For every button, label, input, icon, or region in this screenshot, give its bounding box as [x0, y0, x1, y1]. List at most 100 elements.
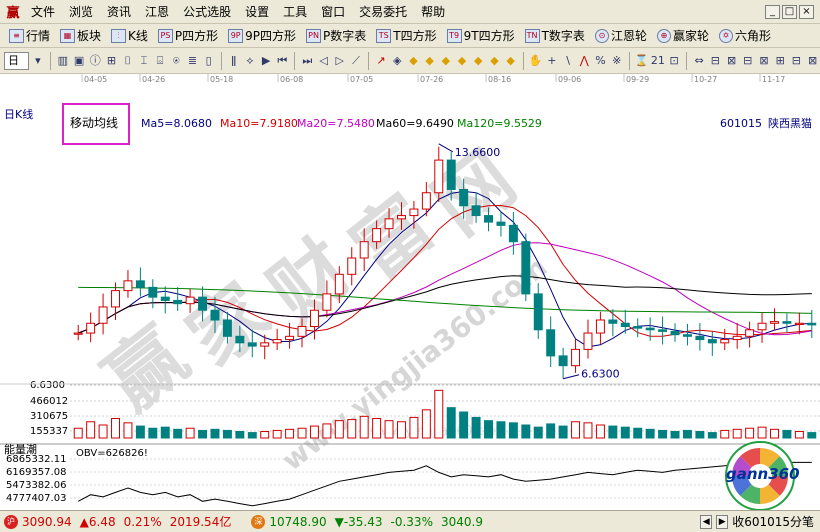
chart-tool-icon-35[interactable]: 21 — [651, 52, 665, 69]
candle-body — [645, 327, 655, 331]
scroll-right-button[interactable]: ▶ — [716, 514, 729, 529]
chart-tool-icon-40[interactable]: ⊟ — [741, 52, 755, 69]
toolbar-separator — [686, 51, 688, 70]
chart-tool-icon-26[interactable]: ◆ — [487, 52, 501, 69]
chart-area[interactable]: 赢家财富网www.yingjia360.comwww.yingjia360.co… — [0, 74, 820, 511]
toolbar-button-11[interactable]: ✡ 六角形 — [714, 26, 776, 46]
chart-tool-icon-43[interactable]: ⊟ — [789, 52, 803, 69]
obv-line — [77, 459, 812, 507]
candle-body — [397, 215, 406, 220]
chart-tool-icon-11[interactable]: ǁ — [227, 52, 241, 69]
indicator-label: 移动均线 — [70, 116, 118, 130]
chart-tool-icon-7[interactable]: ⌺ — [153, 52, 167, 69]
volume-bar — [807, 432, 817, 439]
kline-chart[interactable]: 赢家财富网www.yingjia360.comwww.yingjia360.co… — [0, 74, 820, 511]
menu-item-5[interactable]: 设置 — [238, 0, 276, 24]
chart-tool-icon-39[interactable]: ⊠ — [724, 52, 738, 69]
candle-body — [210, 309, 220, 321]
chart-tool-icon-5[interactable]: ⌷ — [121, 52, 135, 69]
chart-tool-icon-30[interactable]: \ — [561, 52, 575, 69]
chart-tool-icon-19[interactable]: ↗ — [374, 52, 388, 69]
menu-item-9[interactable]: 帮助 — [414, 0, 452, 24]
menu-item-4[interactable]: 公式选股 — [176, 0, 238, 24]
toolbar-button-1[interactable]: ▦ 板块 — [55, 26, 106, 46]
shanghai-index-icon: 沪 — [4, 514, 18, 529]
chart-tool-icon-27[interactable]: ◆ — [504, 52, 518, 69]
chart-tool-icon-20[interactable]: ◈ — [390, 52, 404, 69]
chart-tool-icon-1[interactable]: ▥ — [56, 52, 70, 69]
chart-tool-icon-15[interactable]: ⏭ — [300, 52, 314, 69]
chart-tool-icon-25[interactable]: ◆ — [471, 52, 485, 69]
chart-tool-icon-18[interactable]: ⟋ — [349, 52, 363, 69]
toolbar-button-8[interactable]: TN T数字表 — [520, 26, 590, 46]
maximize-button[interactable]: □ — [782, 4, 797, 19]
volume-bar — [471, 416, 481, 439]
chart-tool-icon-31[interactable]: ⋀ — [577, 52, 591, 69]
menu-item-3[interactable]: 江恩 — [138, 0, 176, 24]
chart-tool-icon-21[interactable]: ◆ — [406, 52, 420, 69]
shenzhen-index-percent: -0.33% — [390, 514, 433, 529]
chart-tool-icon-36[interactable]: ⊡ — [667, 52, 681, 69]
candle-body — [707, 339, 717, 344]
chart-tool-icon-44[interactable]: ⊠ — [805, 52, 819, 69]
chart-tool-icon-10[interactable]: ▯ — [202, 52, 216, 69]
chart-tool-icon-42[interactable]: ⊞ — [773, 52, 787, 69]
chart-tool-icon-32[interactable]: % — [593, 52, 607, 69]
volume-bar — [111, 418, 120, 439]
close-button[interactable]: × — [799, 4, 814, 19]
volume-bar — [757, 426, 767, 439]
menu-item-7[interactable]: 窗口 — [314, 0, 352, 24]
chart-tool-icon-3[interactable]: ⓘ — [88, 52, 102, 69]
chart-tool-icon-13[interactable]: ▶ — [259, 52, 273, 69]
candle-body — [695, 335, 705, 341]
menu-item-8[interactable]: 交易委托 — [352, 0, 414, 24]
toolbar-button-10[interactable]: ⊕ 赢家轮 — [652, 26, 714, 46]
chart-tool-icon-2[interactable]: ▣ — [72, 52, 86, 69]
chart-tool-icon-29[interactable]: + — [545, 52, 559, 69]
toolbar-button-4[interactable]: 9P 9P四方形 — [223, 26, 301, 46]
toolbar-label-1: 板块 — [77, 29, 102, 43]
chart-tool-icon-34[interactable]: ⌛ — [635, 52, 649, 69]
menu-item-1[interactable]: 浏览 — [62, 0, 100, 24]
chart-tool-icon-8[interactable]: ⍟ — [169, 52, 183, 69]
obv-tick-0: 6865332.11 — [6, 454, 66, 465]
chart-tool-icon-41[interactable]: ⊠ — [757, 52, 771, 69]
chart-tool-icon-38[interactable]: ⊟ — [708, 52, 722, 69]
chart-tool-icon-17[interactable]: ▷ — [333, 52, 347, 69]
chart-tool-icon-12[interactable]: ⟡ — [243, 52, 257, 69]
volume-bar — [459, 411, 469, 439]
candle-body — [347, 257, 357, 275]
chart-tool-icon-4[interactable]: ⊞ — [104, 52, 118, 69]
minimize-button[interactable]: _ — [765, 4, 780, 19]
volume-bar — [198, 429, 208, 439]
chart-tool-icon-37[interactable]: ⇔ — [692, 52, 706, 69]
volume-bar — [484, 420, 493, 439]
low-label: 6.6300 — [581, 368, 620, 381]
chart-tool-icon-0[interactable]: ▾ — [31, 52, 45, 69]
toolbar-button-6[interactable]: TS T四方形 — [371, 26, 441, 46]
toolbar-button-5[interactable]: PN P数字表 — [301, 26, 371, 46]
chart-tool-icon-9[interactable]: ≣ — [185, 52, 199, 69]
candle-body — [807, 322, 817, 326]
scroll-left-button[interactable]: ◀ — [700, 514, 713, 529]
toolbar-button-0[interactable]: ≡ 行情 — [4, 26, 55, 46]
menu-item-2[interactable]: 资讯 — [100, 0, 138, 24]
chart-tool-icon-23[interactable]: ◆ — [439, 52, 453, 69]
toolbar-button-2[interactable]: ⫶ K线 — [106, 26, 153, 46]
menu-item-6[interactable]: 工具 — [276, 0, 314, 24]
toolbar-button-7[interactable]: T9 9T四方形 — [442, 26, 520, 46]
candle-body — [620, 322, 630, 328]
period-dropdown[interactable]: 日 ▾ — [4, 51, 29, 83]
toolbar-button-3[interactable]: PS P四方形 — [153, 26, 223, 46]
chart-tool-icon-16[interactable]: ◁ — [316, 52, 330, 69]
chart-tool-icon-28[interactable]: ✋ — [529, 52, 543, 69]
candle-body — [135, 280, 145, 288]
chart-tool-icon-6[interactable]: ⌶ — [137, 52, 151, 69]
chart-tool-icon-14[interactable]: ⏮ — [275, 52, 289, 69]
chart-tool-icon-22[interactable]: ◆ — [423, 52, 437, 69]
candle-body — [123, 280, 133, 292]
toolbar-button-9[interactable]: ⊙ 江恩轮 — [590, 26, 652, 46]
chart-tool-icon-33[interactable]: ※ — [610, 52, 624, 69]
menu-item-0[interactable]: 文件 — [24, 0, 62, 24]
chart-tool-icon-24[interactable]: ◆ — [455, 52, 469, 69]
